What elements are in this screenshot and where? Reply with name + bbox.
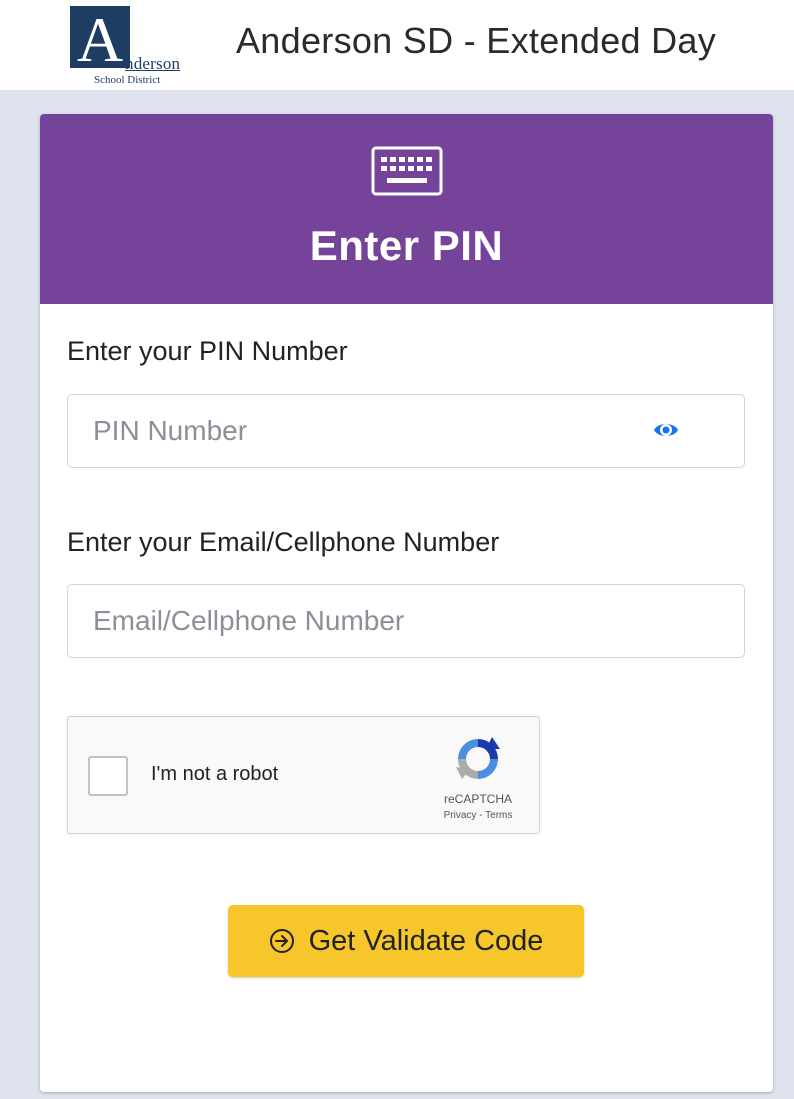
recaptcha-terms-link[interactable]: Terms [485, 810, 512, 821]
logo-subtitle: School District [94, 74, 161, 86]
svg-text:A: A [77, 6, 123, 68]
card-header: Enter PIN [40, 114, 773, 304]
recaptcha-widget: I'm not a robot reCAPTCHA Privacy - Term… [67, 716, 540, 834]
eye-icon[interactable] [653, 419, 679, 441]
district-logo: A nderson School District [70, 6, 210, 88]
pin-input[interactable] [68, 395, 633, 467]
recaptcha-separator: - [479, 810, 483, 821]
app-title: Anderson SD - Extended Day [236, 20, 717, 61]
pin-field [67, 394, 745, 468]
pin-card: Enter PIN Enter your PIN Number Enter yo… [40, 114, 773, 1092]
contact-label: Enter your Email/Cellphone Number [67, 527, 500, 557]
recaptcha-privacy-link[interactable]: Privacy [444, 810, 477, 821]
recaptcha-checkbox[interactable] [88, 756, 128, 796]
get-validate-code-button[interactable]: Get Validate Code [228, 905, 584, 977]
logo-letter-icon: A [70, 6, 130, 68]
arrow-circle-right-icon [269, 929, 294, 953]
app-header: A nderson School District Anderson SD - … [0, 0, 794, 90]
recaptcha-links: Privacy - Terms [418, 810, 538, 821]
get-validate-code-label: Get Validate Code [308, 924, 544, 957]
pin-label: Enter your PIN Number [67, 336, 348, 366]
recaptcha-logo-icon [456, 737, 500, 779]
recaptcha-brand: reCAPTCHA [443, 792, 512, 806]
logo-name: nderson [125, 54, 181, 73]
keyboard-icon [371, 146, 443, 196]
recaptcha-label: I'm not a robot [151, 763, 279, 785]
card-title: Enter PIN [309, 222, 504, 269]
contact-input[interactable] [68, 585, 633, 657]
contact-field [67, 584, 745, 658]
